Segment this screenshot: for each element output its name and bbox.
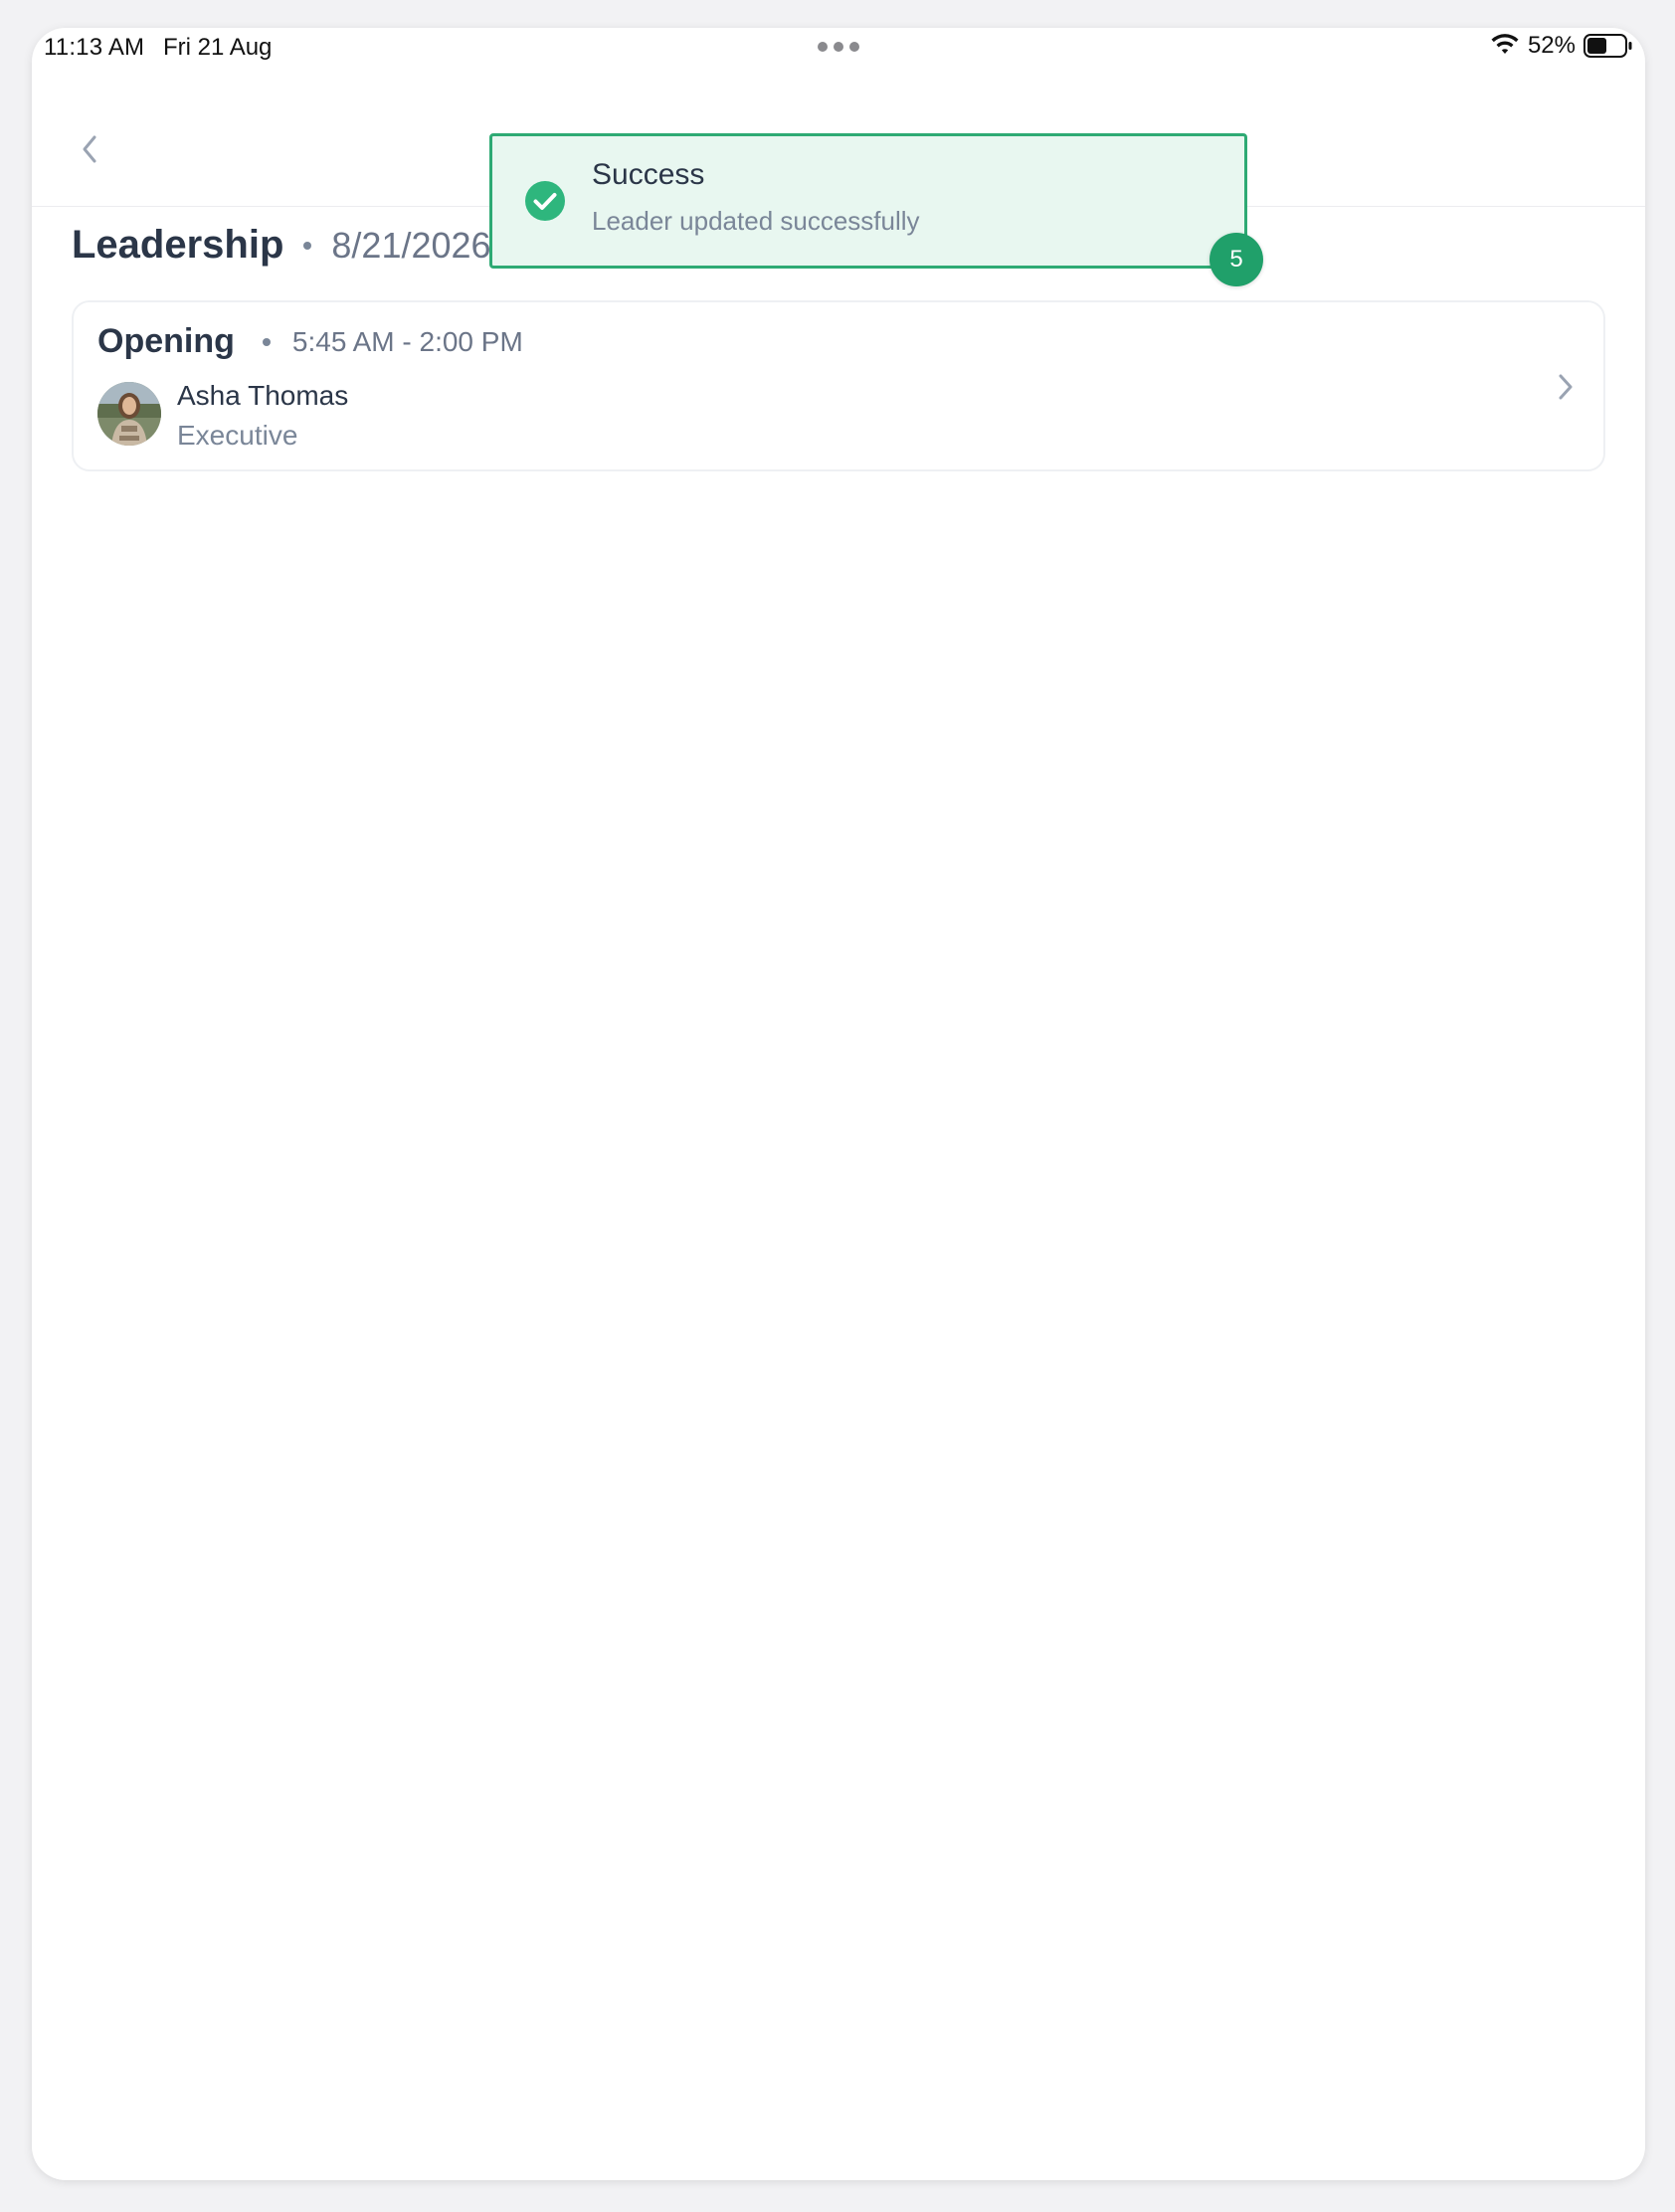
battery-percentage: 52% [1527,32,1576,59]
chevron-right-icon [1559,374,1573,400]
app-window: 11:13 AM Fri 21 Aug 52% Leadership 8/21/… [32,28,1645,2180]
multitasking-dots-icon[interactable] [818,42,859,52]
leader-name: Asha Thomas [177,380,349,411]
status-date: Fri 21 Aug [163,34,273,61]
leader-role: Executive [177,420,298,451]
success-toast[interactable]: Success Leader updated successfully [489,133,1247,269]
shift-card[interactable]: Opening 5:45 AM - 2:00 PM Asha Thomas Ex… [72,300,1605,471]
separator-dot [262,337,271,346]
wifi-icon [1491,34,1519,54]
page-header: Leadership 8/21/2026 [72,223,491,268]
check-circle-icon [525,181,565,221]
status-bar: 11:13 AM Fri 21 Aug 52% [32,28,1645,92]
person-photo-icon [97,382,161,446]
page-date: 8/21/2026 [331,224,491,266]
avatar [97,382,161,446]
battery-icon [1583,34,1632,58]
status-indicators: 52% [1490,32,1633,60]
page-title: Leadership [72,223,284,267]
toast-count-badge: 5 [1210,233,1263,286]
shift-name: Opening [97,322,235,360]
shift-header: Opening 5:45 AM - 2:00 PM [97,322,523,361]
toast-title: Success [592,158,705,191]
shift-time: 5:45 AM - 2:00 PM [291,325,523,357]
back-button[interactable] [70,123,109,175]
separator-dot [303,241,312,250]
toast-message: Leader updated successfully [592,206,920,236]
status-time: 11:13 AM [44,34,145,61]
chevron-left-icon [83,135,96,163]
